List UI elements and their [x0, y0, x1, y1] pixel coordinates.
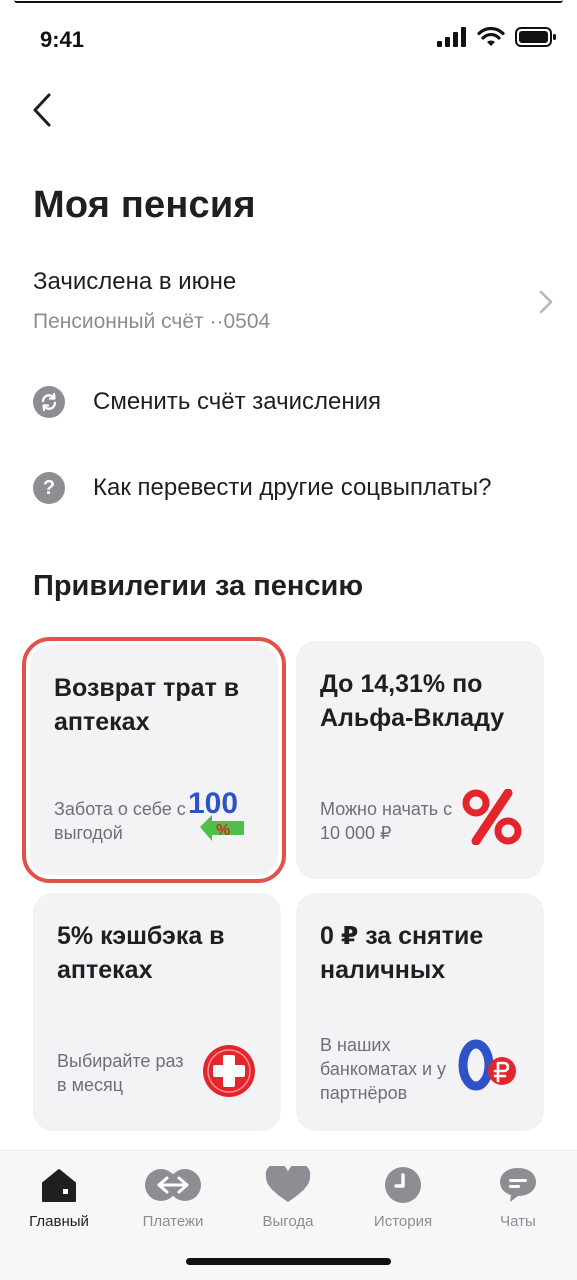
privileges-section-title: Привилегии за пенсию [33, 570, 364, 602]
refresh-icon [33, 386, 65, 418]
tab-payments[interactable]: Платежи [118, 1163, 228, 1230]
card-description: Можно начать с 10 000 ₽ [320, 799, 453, 843]
clock-icon [385, 1167, 421, 1203]
pension-account-row[interactable]: Зачислена в июне Пенсионный счёт ··0504 [33, 268, 553, 348]
tab-label: История [373, 1213, 433, 1230]
change-account-action[interactable]: Сменить счёт зачисления [33, 380, 553, 424]
card-title: До 14,31% по Альфа-Вкладу [320, 670, 505, 732]
card-title: 0 ₽ за снятие наличных [320, 922, 484, 984]
tab-home[interactable]: Главный [4, 1163, 114, 1230]
heart-icon [265, 1166, 311, 1202]
privilege-card-pharmacy-refund[interactable]: Возврат трат в аптеках Забота о себе с в… [22, 637, 286, 883]
tab-history[interactable]: История [348, 1163, 458, 1230]
svg-text:%: % [216, 822, 230, 839]
privilege-card-deposit[interactable]: До 14,31% по Альфа-Вкладу Можно начать с… [296, 641, 544, 879]
change-account-label: Сменить счёт зачисления [93, 388, 381, 415]
tab-label: Выгода [262, 1213, 314, 1230]
tab-label: Главный [29, 1213, 89, 1230]
transfer-benefits-action[interactable]: ? Как перевести другие соцвыплаты? [33, 466, 553, 510]
svg-text:100: 100 [188, 787, 238, 820]
question-icon: ? [33, 472, 65, 504]
zero-ruble-icon [458, 1039, 516, 1091]
back-button[interactable] [22, 90, 62, 130]
chat-icon [500, 1168, 536, 1202]
chevron-left-icon [33, 93, 51, 127]
tab-label: Чаты [500, 1213, 536, 1230]
card-title: Возврат трат в аптеках [54, 674, 240, 736]
battery-icon [515, 27, 556, 47]
card-description: В наших банкоматах и у партнёров [320, 1035, 447, 1103]
home-icon [42, 1169, 76, 1202]
account-subtitle: Пенсионный счёт ··0504 [33, 310, 271, 333]
tab-chats[interactable]: Чаты [463, 1163, 573, 1230]
privilege-card-cash-withdrawal[interactable]: 0 ₽ за снятие наличных В наших банкомата… [296, 893, 544, 1131]
wifi-icon [477, 27, 505, 46]
page-title: Моя пенсия [33, 184, 256, 226]
transfer-benefits-label: Как перевести другие соцвыплаты? [93, 474, 492, 501]
pharmacy-cross-icon [203, 1045, 255, 1097]
chevron-right-icon [539, 290, 553, 314]
cellular-signal-icon [437, 27, 466, 47]
status-bar: 9:41 [0, 0, 577, 80]
status-time: 9:41 [40, 27, 85, 52]
tab-benefits[interactable]: Выгода [233, 1163, 343, 1230]
card-description: Выбирайте раз в месяц [57, 1051, 184, 1095]
transfer-icon [145, 1169, 201, 1201]
account-title: Зачислена в июне [33, 268, 237, 295]
percent-icon [462, 789, 522, 845]
tab-label: Платежи [142, 1213, 204, 1230]
home-indicator [186, 1258, 391, 1265]
privilege-card-cashback[interactable]: 5% кэшбэка в аптеках Выбирайте раз в мес… [33, 893, 281, 1131]
card-description: Забота о себе с выгодой [54, 799, 186, 843]
card-title: 5% кэшбэка в аптеках [57, 922, 225, 984]
status-icons [437, 27, 557, 47]
cashback-100-percent-icon: 100 % [188, 787, 244, 841]
